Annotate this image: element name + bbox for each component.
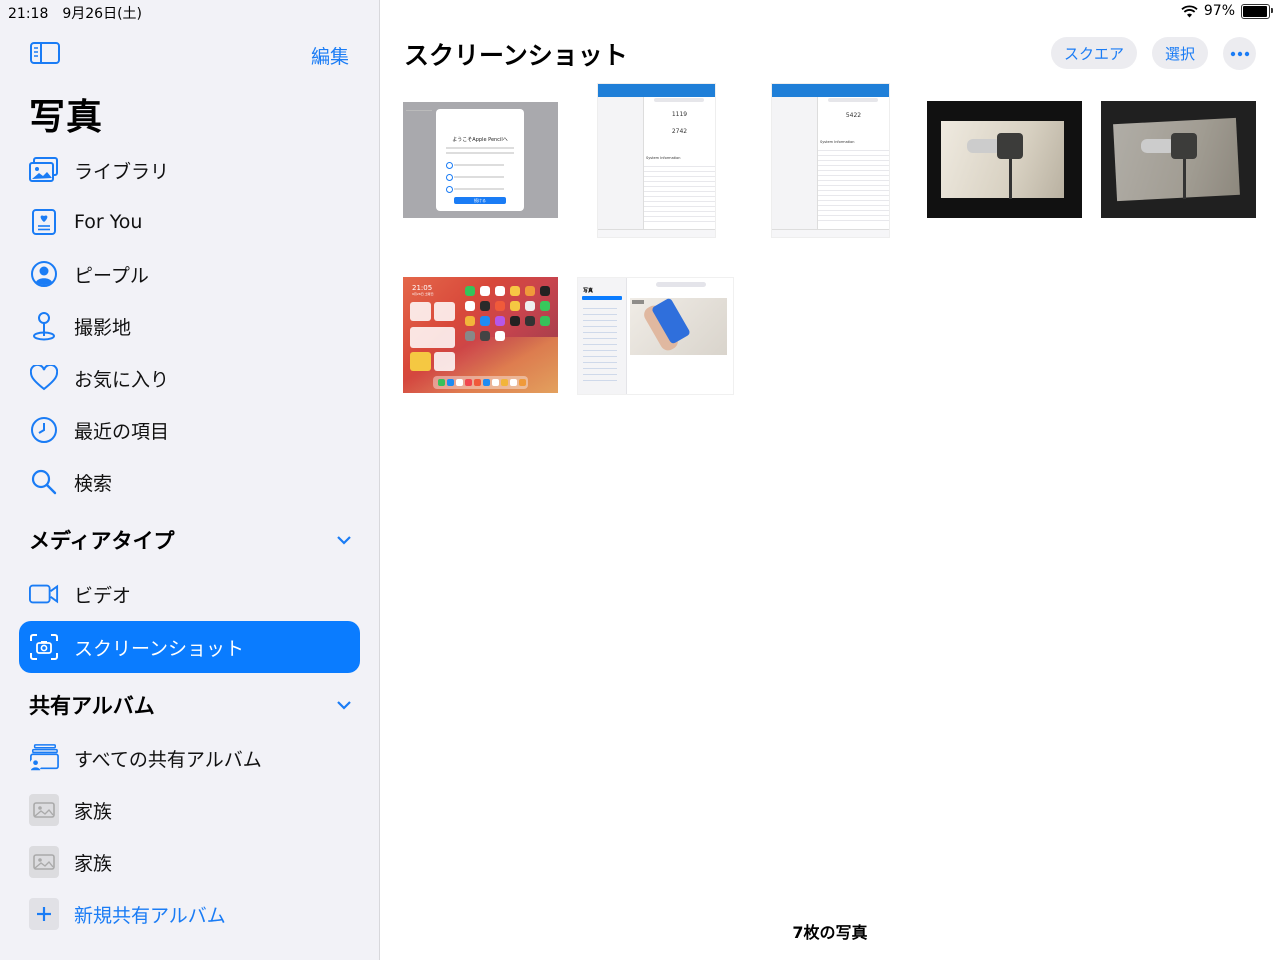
photo-thumbnail[interactable] [927,101,1082,218]
sidebar-item-library[interactable]: ライブラリ [19,144,360,196]
dialog-continue-button: 続ける [454,197,506,204]
battery-percent: 97% [1203,3,1235,19]
photo-thumbnail[interactable]: 21:05 9月26日 土曜日 [403,277,558,393]
plus-icon [29,898,59,930]
page-title: スクリーンショット [404,41,628,70]
sidebar-toggle-icon[interactable] [30,42,60,64]
sidebar-item-all-shared-albums[interactable]: すべての共有アルバム [19,732,360,784]
album-thumb-icon [29,846,59,878]
benchmark-score: 1119 [671,111,688,118]
sidebar-item-videos[interactable]: ビデオ [19,568,360,620]
sidebar-item-places[interactable]: 撮影地 [19,300,360,352]
shared-albums-icon [29,743,59,773]
sidebar-item-family-album[interactable]: 家族 [19,836,360,888]
benchmark-score: 5422 [845,112,862,119]
battery-fill [1243,5,1268,17]
sidebar-item-label: スクリーンショット [74,637,245,660]
sidebar-item-screenshots[interactable]: スクリーンショット [19,621,360,673]
battery-icon [1241,3,1273,19]
sidebar-item-label: 新規共有アルバム [74,904,226,927]
shared-albums-section-header[interactable]: 共有アルバム [29,690,359,720]
photo-thumbnail[interactable] [1101,101,1256,218]
sidebar-title: 写真 [29,97,104,138]
clock-icon [29,415,59,445]
welcome-dialog: ようこそApple Pencilへ 続ける [436,109,524,211]
sidebar-item-label: ライブラリ [74,160,170,183]
edit-button[interactable]: 編集 [311,42,349,69]
section-heading: 共有アルバム [29,694,155,718]
sidebar-item-label: お気に入り [74,368,170,391]
mini-title: 写真 [583,288,594,294]
homescreen-date: 9月26日 土曜日 [412,292,434,296]
sidebar-item-for-you[interactable]: For You [19,196,360,248]
more-button[interactable] [1223,37,1256,70]
media-types-section-header[interactable]: メディアタイプ [29,525,359,555]
chevron-down-icon[interactable] [336,700,352,710]
sidebar-item-label: 家族 [74,852,113,875]
sidebar-item-label: 撮影地 [74,316,132,339]
search-icon [29,467,59,497]
select-button[interactable]: 選択 [1152,37,1208,69]
photo-thumbnail[interactable]: 写真 [577,277,734,395]
screenshot-icon [29,632,59,662]
album-thumb-icon [29,794,59,826]
photo-count: 7枚の写真 [792,923,868,942]
library-icon [29,155,59,185]
heart-icon [29,363,59,393]
sidebar-item-label: For You [74,211,143,233]
sidebar: 編集 写真 ライブラリ For You ピープル 撮影地 お気に入り 最近の項目… [0,0,380,960]
sidebar-item-label: すべての共有アルバム [74,748,262,771]
benchmark-score: 2742 [671,128,688,135]
section-heading: メディアタイプ [29,529,175,553]
chevron-down-icon[interactable] [336,535,352,545]
ellipsis-icon [1230,51,1249,56]
sidebar-item-family-album[interactable]: 家族 [19,784,360,836]
sidebar-item-favorites[interactable]: お気に入り [19,352,360,404]
sidebar-item-people[interactable]: ピープル [19,248,360,300]
photo-thumbnail[interactable]: 5422 System Information [771,83,890,238]
photo-thumbnail[interactable]: ようこそApple Pencilへ 続ける [403,102,558,218]
section-label: System Information [646,156,681,160]
status-time-date: 21:18 9月26日(土) [8,6,142,22]
section-label: System Information [820,140,855,144]
sidebar-item-label: 検索 [74,472,113,495]
photo-thumbnail[interactable]: 1119 2742 System Information [597,83,716,238]
video-icon [29,579,59,609]
people-icon [29,259,59,289]
new-shared-album-button[interactable]: 新規共有アルバム [19,888,360,940]
sidebar-item-recents[interactable]: 最近の項目 [19,404,360,456]
places-icon [29,311,59,341]
dialog-heading: ようこそApple Pencilへ [452,137,508,143]
sidebar-item-label: 最近の項目 [74,420,170,443]
sidebar-item-label: ピープル [74,264,149,287]
wifi-icon [1181,4,1198,17]
homescreen-time: 21:05 [412,284,433,292]
sidebar-item-label: ビデオ [74,584,132,607]
sidebar-item-label: 家族 [74,800,113,823]
sidebar-item-search[interactable]: 検索 [19,456,360,508]
main-content: スクリーンショット スクエア 選択 ようこそApple Pencilへ 続ける … [380,0,1280,960]
square-button[interactable]: スクエア [1051,37,1137,69]
status-bar: 21:18 9月26日(土) 97% [0,0,1280,24]
for-you-icon [29,207,59,237]
